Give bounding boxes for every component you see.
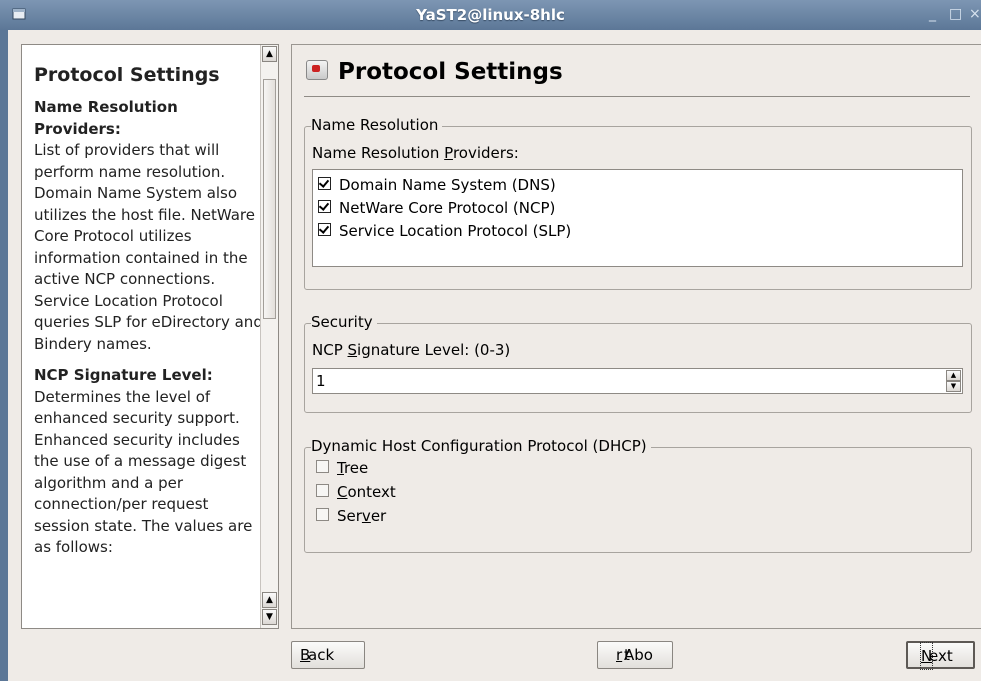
- help-content: Protocol Settings Name Resolution Provid…: [34, 63, 266, 569]
- minimize-button[interactable]: _: [929, 6, 936, 22]
- security-group: Security NCP Signature Level: (0-3) 1 ▲ …: [304, 313, 972, 413]
- network-icon: [306, 60, 328, 80]
- dhcp-server-checkbox[interactable]: Server: [316, 507, 386, 525]
- signature-level-value[interactable]: 1: [316, 372, 326, 390]
- dhcp-tree-checkbox[interactable]: Tree: [316, 459, 368, 477]
- help-panel[interactable]: Protocol Settings Name Resolution Provid…: [21, 44, 279, 629]
- window-border: [0, 30, 8, 681]
- checkbox-checked-icon[interactable]: [318, 177, 331, 190]
- dhcp-group: Dynamic Host Configuration Protocol (DHC…: [304, 437, 972, 553]
- provider-slp[interactable]: Service Location Protocol (SLP): [318, 222, 571, 240]
- abort-button[interactable]: Abo r t: [597, 641, 673, 669]
- providers-list[interactable]: Domain Name System (DNS) NetWare Core Pr…: [312, 169, 963, 267]
- provider-dns[interactable]: Domain Name System (DNS): [318, 176, 556, 194]
- checkbox-checked-icon[interactable]: [318, 223, 331, 236]
- spin-down-icon[interactable]: ▼: [946, 381, 961, 392]
- checkbox-unchecked-icon[interactable]: [316, 460, 329, 473]
- group-legend: Security: [311, 313, 377, 331]
- checkbox-checked-icon[interactable]: [318, 200, 331, 213]
- checkbox-unchecked-icon[interactable]: [316, 508, 329, 521]
- name-resolution-group: Name Resolution Name Resolution Provider…: [304, 116, 972, 290]
- help-section-title: NCP Signature Level:: [34, 366, 213, 384]
- page-title-text: Protocol Settings: [338, 59, 563, 85]
- main-panel: Protocol Settings Name Resolution Name R…: [291, 44, 981, 629]
- help-section-title: Name Resolution Providers:: [34, 98, 178, 138]
- dhcp-context-checkbox[interactable]: Context: [316, 483, 396, 501]
- window-title: YaST2@linux-8hlc: [416, 6, 565, 24]
- back-button[interactable]: Back: [291, 641, 365, 669]
- scrollbar-thumb[interactable]: [263, 79, 276, 319]
- help-section: Name Resolution Providers: List of provi…: [34, 97, 266, 355]
- help-section: NCP Signature Level: Determines the leve…: [34, 365, 266, 559]
- providers-label: Name Resolution Providers:: [312, 144, 519, 162]
- next-button[interactable]: Next: [906, 641, 975, 670]
- title-divider: [304, 96, 970, 97]
- maximize-button[interactable]: □: [949, 6, 962, 22]
- provider-ncp[interactable]: NetWare Core Protocol (NCP): [318, 199, 555, 217]
- scroll-down-button[interactable]: ▼: [262, 609, 277, 625]
- help-section-text: List of providers that will perform name…: [34, 141, 263, 353]
- close-button[interactable]: ×: [969, 6, 981, 22]
- spin-arrows[interactable]: ▲ ▼: [946, 370, 961, 392]
- scroll-up-button[interactable]: ▲: [262, 46, 277, 62]
- scroll-up-button[interactable]: ▲: [262, 592, 277, 608]
- page-title: Protocol Settings: [306, 59, 563, 85]
- checkbox-unchecked-icon[interactable]: [316, 484, 329, 497]
- signature-level-spinbox[interactable]: 1 ▲ ▼: [312, 368, 963, 394]
- spin-up-icon[interactable]: ▲: [946, 370, 961, 381]
- group-legend: Name Resolution: [311, 116, 443, 134]
- help-section-text: Determines the level of enhanced securit…: [34, 387, 253, 557]
- help-scrollbar[interactable]: ▲ ▲ ▼: [260, 45, 278, 628]
- group-legend: Dynamic Host Configuration Protocol (DHC…: [311, 437, 651, 455]
- help-heading: Protocol Settings: [34, 64, 220, 86]
- signature-level-label: NCP Signature Level: (0-3): [312, 341, 511, 359]
- window-titlebar[interactable]: YaST2@linux-8hlc _ □ ×: [0, 0, 981, 30]
